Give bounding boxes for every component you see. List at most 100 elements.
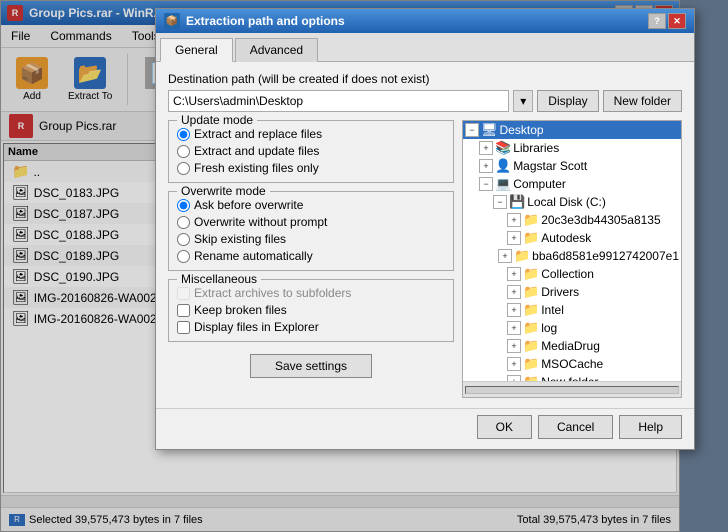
tree-item-desktop[interactable]: − 🖥 Desktop [463,121,681,139]
folder-newfolder: 📁 [523,374,539,381]
tree-item-newfolder[interactable]: + 📁 New folder [463,373,681,381]
collection-folder-icon: 📁 [523,266,539,282]
dialog-title-controls: ? ✕ [648,13,686,29]
expand-hash2[interactable]: + [498,249,512,263]
expand-localdisk[interactable]: − [493,195,507,209]
tree-hscrollbar[interactable] [463,381,681,397]
chk-extract-subfolders[interactable]: Extract archives to subfolders [177,286,445,300]
tree-label-msocache: MSOCache [541,357,603,371]
tree-item-intel[interactable]: + 📁 Intel [463,301,681,319]
radio-skip-existing[interactable]: Skip existing files [177,232,445,246]
folder-libraries: 📚 [495,140,511,156]
tree-item-hash2[interactable]: + 📁 bba6d8581e9912742007e1 [463,247,681,265]
dest-dropdown-button[interactable]: ▾ [513,90,533,112]
tree-label-autodesk: Autodesk [541,231,591,245]
radio-overwrite-no-prompt[interactable]: Overwrite without prompt [177,215,445,229]
intel-folder-icon: 📁 [523,302,539,318]
ok-button[interactable]: OK [477,415,532,439]
tree-label-hash1: 20c3e3db44305a8135 [541,213,660,227]
tree-label-computer: Computer [513,177,566,191]
chk-display-explorer[interactable]: Display files in Explorer [177,320,445,334]
radio-ask-overwrite[interactable]: Ask before overwrite [177,198,445,212]
dialog-close-button[interactable]: ✕ [668,13,686,29]
dest-row: ▾ Display New folder [168,90,682,112]
tree-label-collection: Collection [541,267,594,281]
tree-label-drivers: Drivers [541,285,579,299]
radio-extract-update[interactable]: Extract and update files [177,144,445,158]
magstar-folder-icon: 👤 [495,158,511,174]
tree-label-hash2: bba6d8581e9912742007e1 [532,249,679,263]
save-settings-button[interactable]: Save settings [250,354,372,378]
overwrite-mode-label: Overwrite mode [177,184,270,198]
radio-ask-overwrite-label: Ask before overwrite [194,198,303,212]
expand-msocache[interactable]: + [507,357,521,371]
folder-intel: 📁 [523,302,539,318]
display-button[interactable]: Display [537,90,598,112]
disk-icon: 💾 [509,194,525,210]
misc-label: Miscellaneous [177,272,261,286]
expand-magstar[interactable]: + [479,159,493,173]
folder-magstar: 👤 [495,158,511,174]
tree-item-magstar[interactable]: + 👤 Magstar Scott [463,157,681,175]
expand-desktop[interactable]: − [465,123,479,137]
folder-mediadrug: 📁 [523,338,539,354]
tree-label-mediadrug: MediaDrug [541,339,600,353]
overwrite-mode-group: Overwrite mode Ask before overwrite Over… [168,191,454,271]
tree-label-localdisk: Local Disk (C:) [527,195,606,209]
expand-autodesk[interactable]: + [507,231,521,245]
expand-libraries[interactable]: + [479,141,493,155]
log-folder-icon: 📁 [523,320,539,336]
tree-item-localdisk[interactable]: − 💾 Local Disk (C:) [463,193,681,211]
dialog-buttons: OK Cancel Help [156,408,694,449]
expand-collection[interactable]: + [507,267,521,281]
expand-computer[interactable]: − [479,177,493,191]
tree-item-computer[interactable]: − 💻 Computer [463,175,681,193]
dest-path-input[interactable] [168,90,509,112]
folder-drivers: 📁 [523,284,539,300]
expand-log[interactable]: + [507,321,521,335]
chk-keep-broken-label: Keep broken files [194,303,287,317]
tree-item-log[interactable]: + 📁 log [463,319,681,337]
cancel-button[interactable]: Cancel [538,415,613,439]
dest-label: Destination path (will be created if doe… [168,72,682,86]
tree-item-collection[interactable]: + 📁 Collection [463,265,681,283]
expand-intel[interactable]: + [507,303,521,317]
expand-mediadrug[interactable]: + [507,339,521,353]
tree-item-autodesk[interactable]: + 📁 Autodesk [463,229,681,247]
tree-scroll-track[interactable] [465,386,679,394]
tree-label-magstar: Magstar Scott [513,159,587,173]
expand-newfolder[interactable]: + [507,375,521,381]
tree-item-drivers[interactable]: + 📁 Drivers [463,283,681,301]
tree-item-mediadrug[interactable]: + 📁 MediaDrug [463,337,681,355]
tree-label-libraries: Libraries [513,141,559,155]
radio-rename-auto[interactable]: Rename automatically [177,249,445,263]
misc-group: Miscellaneous Extract archives to subfol… [168,279,454,342]
left-col: Update mode Extract and replace files Ex… [168,120,454,398]
chk-keep-broken[interactable]: Keep broken files [177,303,445,317]
newfolder-icon: 📁 [523,374,539,381]
tree-label-intel: Intel [541,303,564,317]
dialog-title-text: Extraction path and options [186,14,345,28]
chk-display-explorer-label: Display files in Explorer [194,320,319,334]
radio-extract-replace[interactable]: Extract and replace files [177,127,445,141]
radio-fresh-only[interactable]: Fresh existing files only [177,161,445,175]
folder-hash2: 📁 [514,248,530,264]
tree-item-hash1[interactable]: + 📁 20c3e3db44305a8135 [463,211,681,229]
tab-general[interactable]: General [160,38,233,62]
update-mode-group: Update mode Extract and replace files Ex… [168,120,454,183]
folder-tree[interactable]: − 🖥 Desktop + 📚 Libraries [463,121,681,381]
folder-desktop: 🖥 [481,122,498,138]
tree-item-msocache[interactable]: + 📁 MSOCache [463,355,681,373]
tree-label-newfolder: New folder [541,375,598,381]
dialog-help-button[interactable]: ? [648,13,666,29]
tree-item-libraries[interactable]: + 📚 Libraries [463,139,681,157]
folder-collection: 📁 [523,266,539,282]
radio-skip-existing-label: Skip existing files [194,232,286,246]
new-folder-button[interactable]: New folder [603,90,682,112]
tab-advanced[interactable]: Advanced [235,38,318,62]
folder-msocache: 📁 [523,356,539,372]
two-col-layout: Update mode Extract and replace files Ex… [168,120,682,398]
help-button[interactable]: Help [619,415,682,439]
expand-hash1[interactable]: + [507,213,521,227]
expand-drivers[interactable]: + [507,285,521,299]
